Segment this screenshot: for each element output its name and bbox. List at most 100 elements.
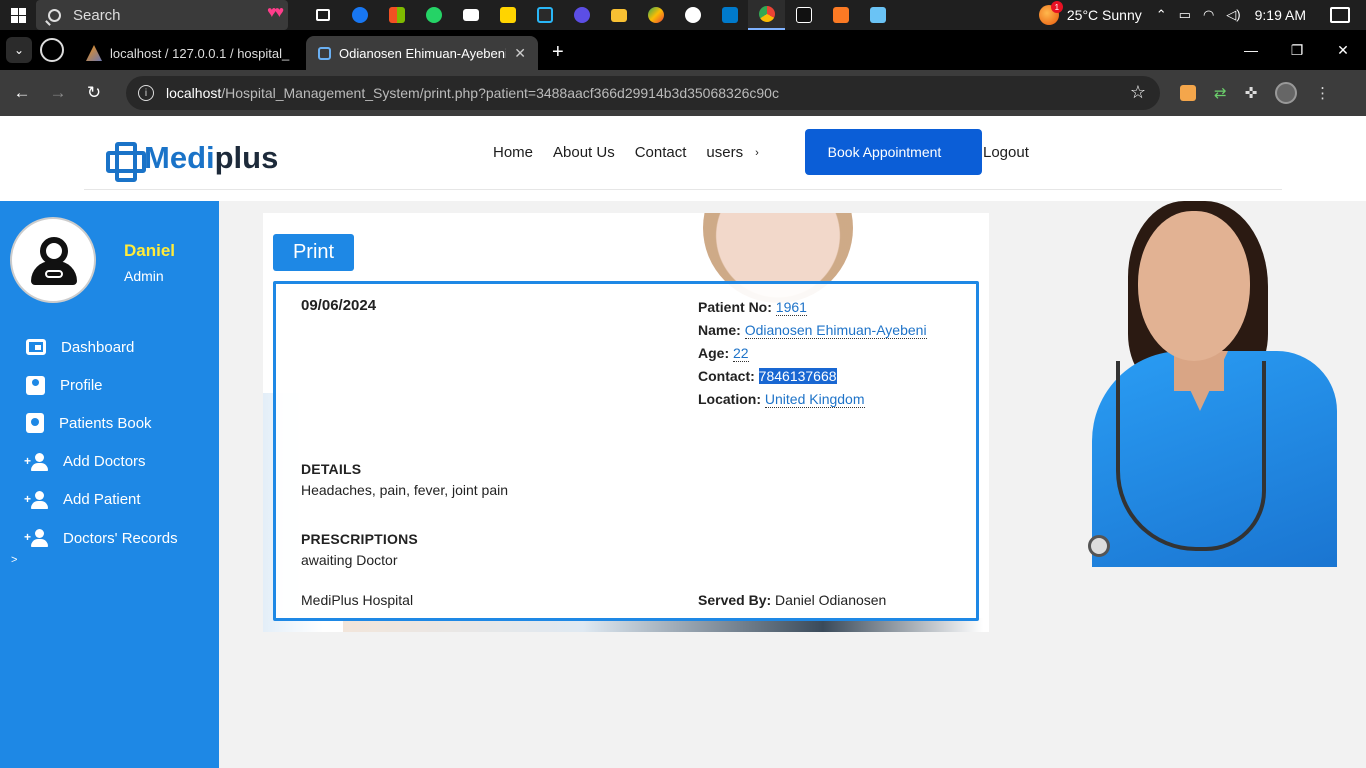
url-path: /Hospital_Management_System/print.php?pa…	[221, 85, 779, 101]
notepad-icon[interactable]	[859, 0, 896, 30]
notification-icon[interactable]	[1330, 7, 1350, 23]
served-by: Served By: Daniel Odianosen	[698, 592, 886, 608]
clock[interactable]: 9:19 AM	[1255, 7, 1306, 23]
sidebar-item-patients-book[interactable]: Patients Book	[0, 404, 219, 442]
forward-icon[interactable]: →	[40, 83, 76, 103]
weather-badge: 1	[1050, 1, 1063, 13]
stethoscope-icon	[1116, 361, 1266, 551]
sidebar-item-doctors-records[interactable]: + Doctors' Records	[0, 519, 219, 557]
sidebar-item-add-doctors[interactable]: + Add Doctors	[0, 443, 219, 481]
wifi-icon[interactable]: ◠	[1203, 7, 1214, 23]
windows-start-icon[interactable]	[0, 0, 36, 30]
details-text: Headaches, pain, fever, joint pain	[301, 482, 509, 498]
media-player-icon[interactable]	[526, 0, 563, 30]
mediplus-logo[interactable]: Medi plus	[106, 140, 278, 182]
extension-sync-icon[interactable]: ⇄	[1214, 84, 1227, 102]
chevron-up-icon[interactable]: ⌃	[1156, 7, 1167, 23]
tab-print-record[interactable]: Odianosen Ehimuan-Ayebeni - ✕	[306, 36, 538, 70]
print-button[interactable]: Print	[273, 234, 354, 271]
close-tab-icon[interactable]: ✕	[514, 45, 526, 62]
patient-age-row: Age: 22	[698, 342, 927, 365]
patient-contact-value[interactable]: 7846137668	[758, 368, 837, 384]
window-controls: — ❐ ✕	[1228, 30, 1366, 70]
book-appointment-button[interactable]: Book Appointment	[805, 129, 982, 175]
bookmark-star-icon[interactable]: ☆	[1130, 82, 1146, 103]
patient-contact-row: Contact: 7846137668	[698, 365, 927, 388]
chrome-icon[interactable]	[748, 0, 785, 30]
logo-text-medi: Medi	[144, 140, 215, 175]
details-heading: DETAILS	[301, 461, 362, 477]
browser-menu-icon[interactable]: ⋮	[1315, 84, 1330, 102]
file-explorer-icon[interactable]	[600, 0, 637, 30]
patient-info: Patient No: 1961 Name: Odianosen Ehimuan…	[698, 296, 927, 411]
user-role: Admin	[124, 268, 164, 284]
mail-icon[interactable]	[452, 0, 489, 30]
sidebar-item-add-patient[interactable]: + Add Patient	[0, 481, 219, 519]
sidebar-toggle-caret[interactable]: >	[11, 554, 17, 566]
taskbar-search-placeholder: Search	[73, 6, 121, 24]
close-window-icon[interactable]: ✕	[1320, 42, 1366, 59]
restore-icon[interactable]: ❐	[1274, 42, 1320, 59]
site-info-icon[interactable]: i	[138, 85, 154, 101]
app-icon[interactable]	[563, 0, 600, 30]
tab-search-dropdown-icon[interactable]: ⌄	[6, 37, 32, 63]
extensions-area: ⇄ ✜ ⋮	[1180, 82, 1330, 104]
nav-users[interactable]: users	[706, 144, 743, 161]
tab-phpmyadmin[interactable]: localhost / 127.0.0.1 / hospital_	[74, 36, 306, 70]
xampp-icon[interactable]	[822, 0, 859, 30]
logout-link[interactable]: Logout	[983, 144, 1029, 161]
dashboard-icon	[26, 339, 46, 356]
vscode-icon[interactable]	[711, 0, 748, 30]
patient-contact-label: Contact:	[698, 368, 755, 384]
nav-home[interactable]: Home	[493, 144, 533, 161]
microsoft-store-icon[interactable]	[378, 0, 415, 30]
new-tab-icon[interactable]: +	[552, 41, 564, 64]
taskbar-search-box[interactable]: Search ♥♥	[36, 0, 288, 30]
chevron-right-icon[interactable]: ›	[755, 147, 759, 159]
patient-no-label: Patient No:	[698, 299, 772, 315]
facebook-icon[interactable]	[341, 0, 378, 30]
weather-icon[interactable]: 1	[1038, 1, 1063, 25]
sidebar-menu: Dashboard Profile Patients Book + Add Do…	[0, 328, 219, 557]
profile-avatar-icon[interactable]	[1275, 82, 1298, 104]
back-icon[interactable]: ←	[4, 83, 40, 103]
phpmyadmin-favicon-icon	[86, 45, 102, 61]
task-view-icon[interactable]	[304, 0, 341, 30]
print-area: Print 09/06/2024 Patient No: 1961 Name: …	[263, 213, 989, 632]
sidebar-item-dashboard[interactable]: Dashboard	[0, 328, 219, 366]
whatsapp-icon[interactable]	[415, 0, 452, 30]
mediplus-favicon-icon	[318, 46, 331, 60]
main-nav: Home About Us Contact users ›	[493, 144, 799, 161]
add-user-icon: +	[24, 452, 48, 471]
sidebar-item-label: Add Patient	[63, 491, 141, 509]
served-by-label: Served By:	[698, 592, 772, 608]
patient-no-value: 1961	[775, 299, 807, 316]
photos-icon[interactable]	[637, 0, 674, 30]
sidebar-item-profile[interactable]: Profile	[0, 366, 219, 404]
battery-icon[interactable]: ▭	[1179, 7, 1191, 23]
reload-icon[interactable]: ↻	[76, 83, 112, 103]
pinned-tab-icon[interactable]	[40, 38, 64, 62]
prescriptions-heading: PRESCRIPTIONS	[301, 531, 418, 547]
weather-text[interactable]: 25°C Sunny	[1067, 7, 1142, 23]
record-date: 09/06/2024	[301, 297, 377, 314]
volume-icon[interactable]: ◁)	[1226, 7, 1240, 23]
url-input[interactable]: i localhost/Hospital_Management_System/p…	[126, 76, 1160, 110]
tab-title: Odianosen Ehimuan-Ayebeni -	[339, 45, 507, 61]
header-divider	[84, 189, 1282, 190]
url-host: localhost	[166, 85, 222, 101]
nav-contact[interactable]: Contact	[635, 144, 687, 161]
minimize-icon[interactable]: —	[1228, 42, 1274, 58]
patient-name-value: Odianosen Ehimuan-Ayebeni	[744, 322, 927, 339]
patient-age-label: Age:	[698, 345, 730, 361]
hospital-name: MediPlus Hospital	[301, 592, 414, 608]
nav-about[interactable]: About Us	[553, 144, 615, 161]
tr-app-icon[interactable]	[785, 0, 822, 30]
avatar[interactable]	[10, 217, 96, 303]
extension-icon[interactable]	[1180, 85, 1196, 101]
served-by-value: Daniel Odianosen	[775, 592, 887, 608]
extensions-puzzle-icon[interactable]: ✜	[1245, 84, 1258, 102]
sticky-notes-icon[interactable]	[489, 0, 526, 30]
patient-age-value: 22	[733, 345, 749, 362]
github-icon[interactable]	[674, 0, 711, 30]
